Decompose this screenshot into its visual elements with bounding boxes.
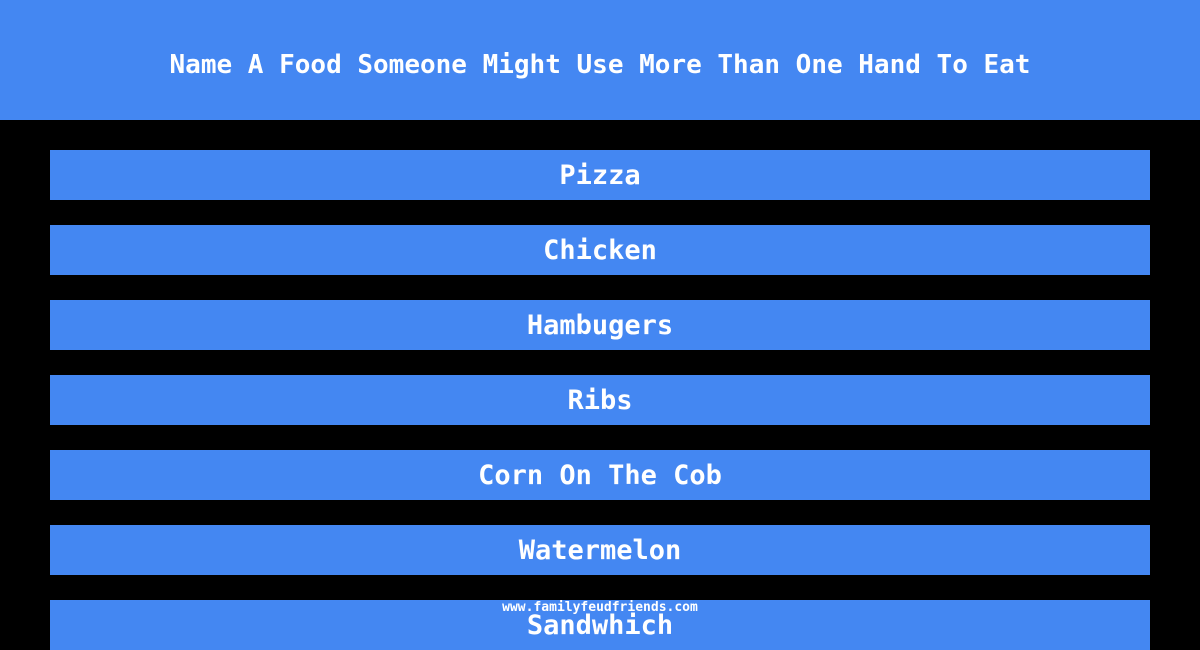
site-url: www.familyfeudfriends.com — [502, 600, 698, 615]
answer-row: Chicken — [50, 225, 1150, 275]
answer-row: Hambugers — [50, 300, 1150, 350]
answer-row: Pizza — [50, 150, 1150, 200]
answer-row: Corn On The Cob — [50, 450, 1150, 500]
answer-row: Ribs — [50, 375, 1150, 425]
question-header: Name A Food Someone Might Use More Than … — [0, 0, 1200, 120]
answer-row: Watermelon — [50, 525, 1150, 575]
question-title: Name A Food Someone Might Use More Than … — [169, 50, 1031, 80]
